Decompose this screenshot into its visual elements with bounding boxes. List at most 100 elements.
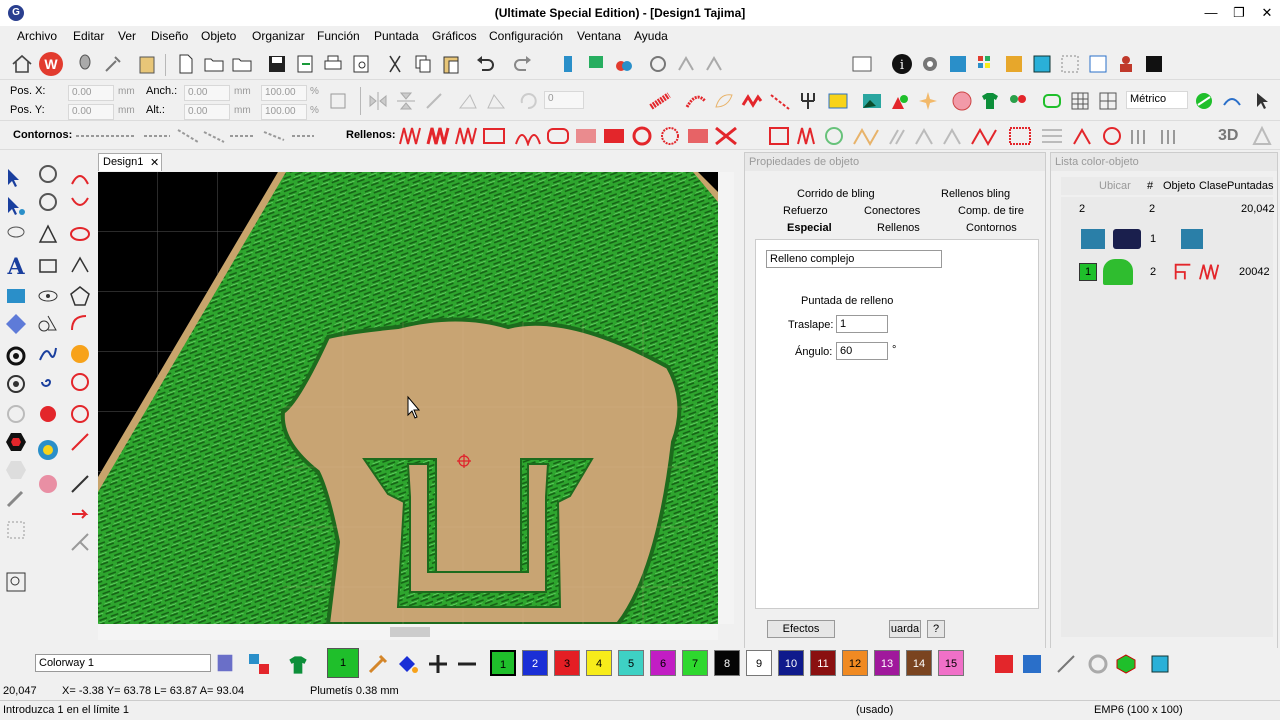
fill-type-select[interactable]: Relleno complejo	[766, 250, 942, 268]
menu-puntada[interactable]: Puntada	[374, 29, 419, 43]
diamond-icon[interactable]	[4, 312, 28, 336]
appliqué-icon[interactable]	[36, 438, 60, 462]
menu-funcion[interactable]: Función	[317, 29, 360, 43]
line-tool-icon[interactable]	[68, 472, 92, 496]
menu-objeto[interactable]: Objeto	[201, 29, 236, 43]
pos-x-input[interactable]: 0.00	[68, 85, 114, 101]
knife-icon[interactable]	[68, 430, 92, 454]
eyedropper-icon[interactable]	[366, 652, 390, 676]
skew-alt-icon[interactable]	[484, 89, 508, 113]
pos-y-input[interactable]: 0.00	[68, 104, 114, 120]
info-icon[interactable]: i	[890, 52, 914, 76]
tab-rellenos[interactable]: Rellenos	[877, 220, 920, 236]
undo-icon[interactable]	[473, 52, 497, 76]
tab-corrido-bling[interactable]: Corrido de bling	[797, 186, 875, 202]
color-swatch-13[interactable]: 13	[874, 650, 900, 676]
hoop-icon[interactable]	[73, 52, 97, 76]
branching-icon[interactable]	[68, 530, 92, 554]
tab-comp-tire[interactable]: Comp. de tire	[958, 203, 1024, 219]
docker-icon[interactable]	[946, 52, 970, 76]
color-swatch-15[interactable]: 15	[938, 650, 964, 676]
auto-digitize-icon[interactable]	[4, 402, 28, 426]
tatami-line-icon[interactable]	[684, 89, 708, 113]
color-swatch-7[interactable]: 7	[682, 650, 708, 676]
locate-button[interactable]: Ubicar	[1099, 180, 1131, 192]
star-burst-icon[interactable]	[916, 89, 940, 113]
curve-tool-icon[interactable]	[68, 312, 92, 336]
zoom-frame-icon[interactable]	[4, 570, 28, 594]
color-swatch-6[interactable]: 6	[650, 650, 676, 676]
scale-height-input[interactable]: 100.00	[261, 104, 307, 120]
shapes-icon[interactable]	[888, 89, 912, 113]
save-button[interactable]: uarda	[889, 620, 921, 638]
monogram-icon[interactable]	[4, 284, 28, 308]
grid-dots-icon[interactable]	[1058, 52, 1082, 76]
measure-icon[interactable]	[1192, 89, 1216, 113]
arc-tool-icon[interactable]	[68, 190, 92, 214]
fork-icon[interactable]	[796, 89, 820, 113]
redo-icon[interactable]	[511, 52, 535, 76]
triangle-nodes-icon[interactable]	[36, 222, 60, 246]
paint-bucket-icon[interactable]	[395, 652, 419, 676]
picture-object-icon[interactable]	[1081, 229, 1105, 249]
menu-ver[interactable]: Ver	[118, 29, 136, 43]
colorway-list-icon[interactable]	[214, 652, 236, 674]
elephant-icon[interactable]	[950, 89, 974, 113]
grid-select-icon[interactable]	[1096, 89, 1120, 113]
stitch-arrow-icon[interactable]	[68, 502, 92, 526]
open-recent-icon[interactable]	[230, 52, 254, 76]
rotation-input[interactable]: 0	[544, 91, 584, 109]
color-swatch-3[interactable]: 3	[554, 650, 580, 676]
skew-icon[interactable]	[456, 89, 480, 113]
zoom-box-icon[interactable]	[850, 52, 874, 76]
menu-archivo[interactable]: Archivo	[17, 29, 57, 43]
reshape-curve-icon[interactable]	[1220, 89, 1244, 113]
tab-especial[interactable]: Especial	[787, 220, 832, 236]
minimize-button[interactable]: —	[1197, 3, 1225, 23]
logo-thumbnail[interactable]	[1113, 229, 1141, 249]
cube-palette-icon[interactable]	[1114, 652, 1138, 676]
thread-colors-icon[interactable]	[992, 652, 1016, 676]
puff-icon[interactable]	[1250, 124, 1274, 148]
color-swatch-8[interactable]: 8	[714, 650, 740, 676]
reshape-node-icon[interactable]	[68, 166, 92, 190]
open-folder-icon[interactable]	[202, 52, 226, 76]
sequence-icon[interactable]	[1002, 52, 1026, 76]
document-tab-close[interactable]: ✕	[150, 156, 159, 169]
width-input[interactable]: 0.00	[184, 85, 230, 101]
select-point-icon[interactable]	[4, 194, 28, 218]
slow-redraw-icon[interactable]	[584, 52, 608, 76]
color-swatch-5[interactable]: 5	[618, 650, 644, 676]
three-d-label[interactable]: 3D	[1218, 127, 1238, 145]
travel-back-icon[interactable]	[674, 52, 698, 76]
target-icon[interactable]	[4, 344, 28, 368]
color-grid-icon[interactable]	[247, 652, 271, 676]
lock-proportions-icon[interactable]	[326, 89, 350, 113]
copy-icon[interactable]	[411, 52, 435, 76]
freehand-icon[interactable]	[36, 342, 60, 366]
star-tool-icon[interactable]	[68, 402, 92, 426]
circle-arrow-icon[interactable]	[36, 162, 60, 186]
line-palette-icon[interactable]	[1054, 652, 1078, 676]
menu-organizar[interactable]: Organizar	[252, 29, 305, 43]
mirror-vertical-icon[interactable]	[394, 89, 418, 113]
rotate-icon[interactable]	[422, 89, 446, 113]
color-swatch-1[interactable]: 1	[490, 650, 516, 676]
circle-palette-icon[interactable]	[1086, 652, 1110, 676]
fill-styles-icon[interactable]	[396, 126, 746, 146]
production-icon[interactable]	[1142, 52, 1166, 76]
wilcom-logo-icon[interactable]: W	[39, 52, 63, 76]
save-icon[interactable]	[265, 52, 289, 76]
zigzag-icon[interactable]	[740, 89, 764, 113]
tab-refuerzo[interactable]: Refuerzo	[783, 203, 828, 219]
grid-icon[interactable]	[1068, 89, 1092, 113]
motif-fill-icon[interactable]	[826, 89, 850, 113]
select-arrow-icon[interactable]	[1252, 89, 1276, 113]
hexagon-icon[interactable]	[4, 430, 28, 454]
colorway-select[interactable]: Colorway 1	[35, 654, 211, 672]
rectangle-tool-icon[interactable]	[36, 254, 60, 278]
height-input[interactable]: 0.00	[184, 104, 230, 120]
new-file-icon[interactable]	[174, 52, 198, 76]
eye-icon[interactable]	[36, 284, 60, 308]
color-swatch-14[interactable]: 14	[906, 650, 932, 676]
